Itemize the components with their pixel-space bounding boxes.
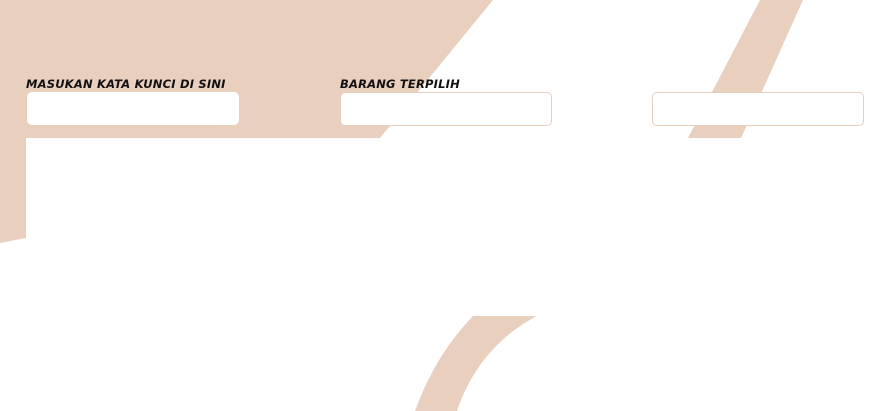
page-canvas: MASUKAN KATA KUNCI DI SINI BARANG TERPIL… bbox=[0, 0, 892, 411]
selected-item-input[interactable] bbox=[340, 92, 552, 126]
keyword-field-group: MASUKAN KATA KUNCI DI SINI bbox=[26, 77, 239, 125]
decorative-background bbox=[0, 0, 803, 411]
keyword-input[interactable] bbox=[27, 92, 239, 125]
selected-item-field-label: BARANG TERPILIH bbox=[340, 77, 460, 91]
selected-item-field-group: BARANG TERPILIH bbox=[340, 77, 552, 126]
third-input[interactable] bbox=[652, 92, 864, 126]
keyword-field-label: MASUKAN KATA KUNCI DI SINI bbox=[26, 77, 226, 91]
beige-arc-shape bbox=[415, 316, 537, 411]
